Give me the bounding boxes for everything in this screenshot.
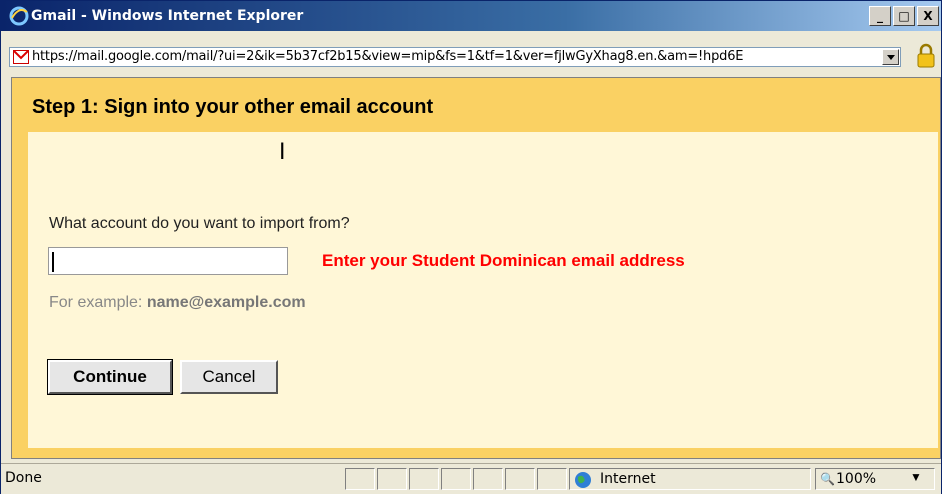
step-title: Step 1: Sign into your other email accou… — [32, 96, 434, 118]
address-field[interactable]: https://mail.google.com/mail/?ui=2&ik=5b… — [9, 47, 901, 67]
cancel-button[interactable]: Cancel — [180, 360, 278, 394]
status-bar: Done Internet 🔍 100% ▼ — [1, 463, 941, 494]
url-text: https://mail.google.com/mail/?ui=2&ik=5b… — [32, 49, 744, 64]
dropdown-arrow-icon[interactable]: ▼ — [910, 470, 922, 484]
form-panel: I What account do you want to import fro… — [28, 132, 938, 448]
status-segment — [473, 468, 503, 490]
close-button[interactable]: X — [917, 6, 939, 26]
gmail-icon — [13, 50, 29, 64]
example-prefix: For example: — [49, 294, 147, 311]
maximize-button[interactable]: □ — [893, 6, 915, 26]
input-caret — [52, 252, 54, 272]
continue-button[interactable]: Continue — [47, 359, 173, 395]
address-dropdown-button[interactable] — [882, 49, 899, 65]
window-controls: _ □ X — [869, 6, 939, 26]
zone-name: Internet — [600, 471, 656, 487]
import-question: What account do you want to import from? — [49, 215, 350, 232]
example-email: name@example.com — [146, 294, 306, 311]
email-address-input[interactable] — [48, 247, 288, 275]
zoom-value: 100% — [836, 471, 877, 487]
instruction-hint: Enter your Student Dominican email addre… — [322, 251, 685, 270]
ie-icon — [9, 6, 29, 26]
text-cursor-icon: I — [279, 140, 286, 165]
minimize-button[interactable]: _ — [869, 6, 891, 26]
import-dialog: Step 1: Sign into your other email accou… — [11, 77, 941, 459]
globe-icon — [575, 472, 591, 488]
status-segment — [345, 468, 375, 490]
zoom-icon: 🔍 — [820, 472, 835, 486]
example-text: For example: name@example.com — [49, 294, 306, 312]
address-bar: https://mail.google.com/mail/?ui=2&ik=5b… — [5, 39, 941, 73]
status-text: Done — [5, 470, 42, 486]
status-segment — [377, 468, 407, 490]
zoom-control[interactable]: 🔍 100% ▼ — [815, 468, 935, 490]
lock-icon[interactable] — [915, 43, 937, 69]
status-segment — [505, 468, 535, 490]
security-zone[interactable]: Internet — [569, 468, 811, 490]
status-segment — [441, 468, 471, 490]
window-title: Gmail - Windows Internet Explorer — [31, 8, 304, 24]
browser-window: Gmail - Windows Internet Explorer _ □ X … — [0, 0, 942, 494]
title-bar[interactable]: Gmail - Windows Internet Explorer _ □ X — [1, 1, 941, 31]
status-segment — [537, 468, 567, 490]
dropdown-arrow-icon — [886, 54, 895, 60]
status-segment — [409, 468, 439, 490]
